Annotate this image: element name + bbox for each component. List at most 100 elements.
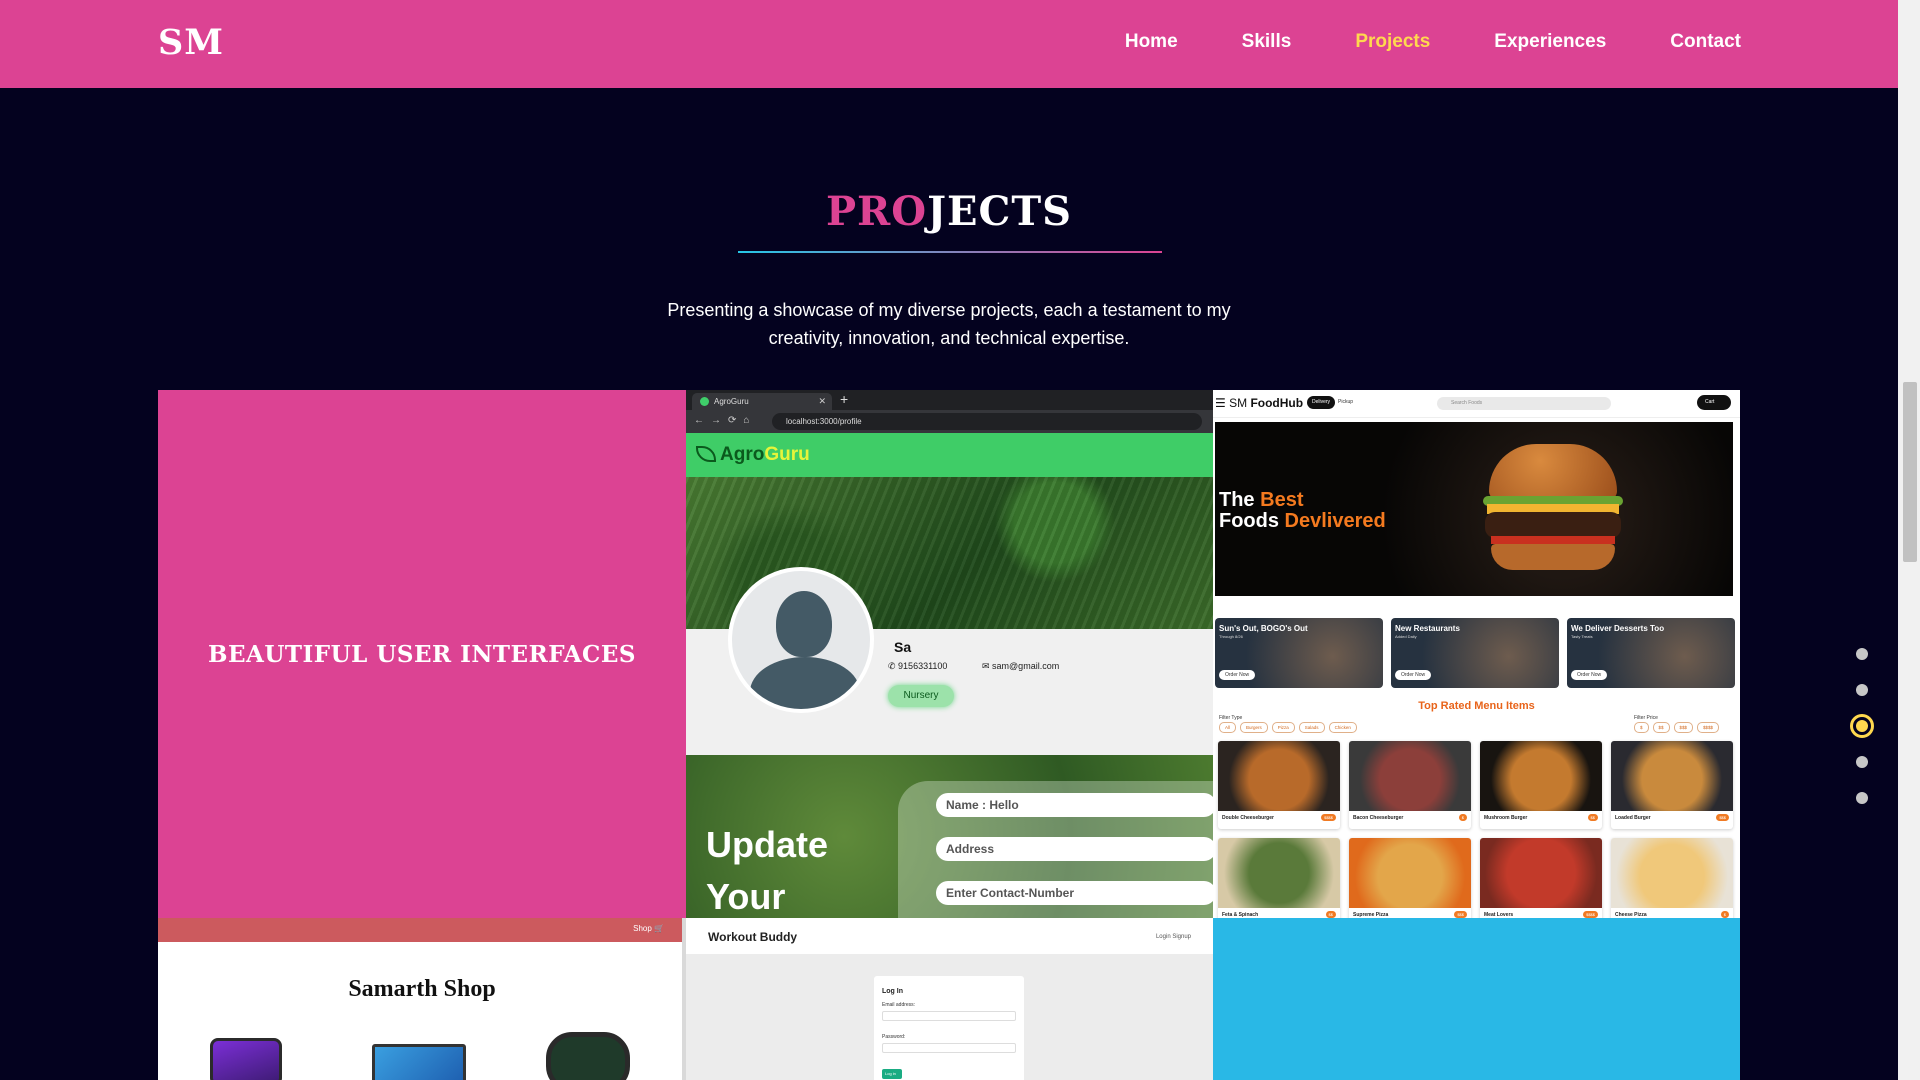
email-field xyxy=(882,1011,1016,1021)
nav-links: Home Skills Projects Experiences Contact xyxy=(1125,31,1741,53)
login-heading: Log In xyxy=(882,988,903,995)
hero-line2-a: Foods xyxy=(1219,510,1285,532)
filter-price-label: Filter Price xyxy=(1634,715,1658,721)
promo-button: Order Now xyxy=(1219,670,1256,680)
top-navbar: SM Home Skills Projects Experiences Cont… xyxy=(0,0,1898,88)
foodhub-hero-text: The Best Foods Devlivered xyxy=(1219,490,1386,532)
agroguru-brand-1: Agro xyxy=(720,444,765,465)
nav-link-home[interactable]: Home xyxy=(1125,31,1178,53)
promo-sub: Added Daily xyxy=(1395,634,1417,639)
food-name: Loaded Burger xyxy=(1615,815,1651,821)
close-tab-icon: ✕ xyxy=(818,396,826,406)
food-card: Double Cheeseburger $$$$ xyxy=(1218,741,1340,829)
shop-nav-label: Shop xyxy=(633,924,652,933)
nav-link-contact[interactable]: Contact xyxy=(1670,31,1741,53)
promo-sub: Through 8/26 xyxy=(1219,634,1243,639)
project-card-blue[interactable] xyxy=(1213,918,1740,1080)
food-card: Feta & Spinach $$ xyxy=(1218,838,1340,918)
profile-name: Sa xyxy=(894,639,912,655)
burger-image xyxy=(1483,444,1623,574)
project-card-workout-buddy[interactable]: Workout Buddy Login Signup Log In Email … xyxy=(686,918,1213,1080)
page-scrollbar[interactable] xyxy=(1898,0,1920,1080)
name-input: Name : Hello xyxy=(936,793,1213,817)
food-name: Mushroom Burger xyxy=(1484,815,1528,821)
workout-navbar: Workout Buddy Login Signup xyxy=(686,918,1213,954)
contact-input: Enter Contact-Number xyxy=(936,881,1213,905)
menu-icon: ☰ xyxy=(1215,396,1230,410)
agroguru-update-form: Update Your Name : Hello Address Enter C… xyxy=(686,755,1213,918)
watch-product-image xyxy=(546,1032,630,1080)
promo-card: New Restaurants Added Daily Order Now xyxy=(1391,618,1559,688)
leaf-icon xyxy=(696,446,716,462)
profile-email-value: sam@gmail.com xyxy=(992,661,1060,671)
project-card-ui[interactable]: BEAUTIFUL USER INTERFACES xyxy=(158,390,686,918)
browser-tab-title: AgroGuru xyxy=(714,397,749,406)
profile-email: ✉ sam@gmail.com xyxy=(982,661,1059,672)
cart-icon: 🛒 xyxy=(654,924,664,933)
profile-phone-value: 9156331100 xyxy=(898,661,948,671)
phone-product-image xyxy=(210,1038,282,1080)
section-title-rest: JECTS xyxy=(927,188,1073,235)
food-price: $$$$ xyxy=(1321,814,1336,821)
pickup-pill: Pickup xyxy=(1338,399,1354,405)
dot-nav-5[interactable] xyxy=(1856,792,1868,804)
promo-sub: Tasty Treats xyxy=(1571,634,1593,639)
agroguru-brand-2: Guru xyxy=(764,444,810,465)
food-card: Supreme Pizza $$$ xyxy=(1349,838,1471,918)
browser-nav-icons: ←→⟳⌂ xyxy=(694,415,757,426)
delivery-pill: Delivery xyxy=(1307,396,1336,409)
promo-title: New Restaurants xyxy=(1395,624,1460,633)
filter-chip: Salads xyxy=(1298,722,1325,733)
avatar xyxy=(728,567,874,713)
workout-title: Workout Buddy xyxy=(708,930,798,944)
filter-type-chips: All Burgers Pizza Salads Chicken xyxy=(1219,722,1357,733)
foodhub-topbar: ☰ SM FoodHub Delivery Pickup Search Food… xyxy=(1213,390,1740,418)
hero-line1-a: The xyxy=(1219,489,1261,511)
hero-line2-b: Devlivered xyxy=(1284,510,1386,532)
project-card-agroguru[interactable]: AgroGuru ✕ + ←→⟳⌂ localhost:3000/profile … xyxy=(686,390,1213,918)
shop-nav-link: Shop 🛒 xyxy=(633,924,664,933)
browser-tab-strip: AgroGuru ✕ + xyxy=(686,390,1213,410)
food-name: Bacon Cheeseburger xyxy=(1353,815,1404,821)
filter-chip: All xyxy=(1219,722,1237,733)
foodhub-logo-name: FoodHub xyxy=(1250,396,1304,410)
workout-login-card: Log In Email address: Password: Log in xyxy=(874,976,1024,1080)
address-input: Address xyxy=(936,837,1213,861)
dot-nav-2[interactable] xyxy=(1856,684,1868,696)
nav-link-experiences[interactable]: Experiences xyxy=(1494,31,1606,53)
food-card: Cheese Pizza $ xyxy=(1611,838,1733,918)
project-card-foodhub[interactable]: ☰ SM FoodHub Delivery Pickup Search Food… xyxy=(1213,390,1740,918)
food-price: $$ xyxy=(1325,911,1336,918)
section-subtitle: Presenting a showcase of my diverse proj… xyxy=(667,300,1231,348)
hero-line1-b: Best xyxy=(1260,489,1304,511)
dot-nav-3-active[interactable] xyxy=(1850,714,1874,738)
project-card-ui-label: BEAUTIFUL USER INTERFACES xyxy=(208,640,636,668)
price-chip: $$$$ xyxy=(1697,722,1720,733)
nav-link-projects[interactable]: Projects xyxy=(1355,31,1430,53)
agroguru-logo: AgroGuru xyxy=(696,444,810,466)
dot-nav-4[interactable] xyxy=(1856,756,1868,768)
foodhub-cart: Cart xyxy=(1697,395,1731,410)
filter-type-label: Filter Type xyxy=(1219,715,1243,721)
scrollbar-thumb[interactable] xyxy=(1903,382,1917,562)
phone-icon: ✆ xyxy=(888,661,899,671)
laptop-product-image xyxy=(372,1044,466,1080)
title-underline xyxy=(738,251,1162,253)
food-price: $$ xyxy=(1587,814,1598,821)
food-price: $$$$ xyxy=(1583,911,1598,918)
food-price: $ xyxy=(1720,911,1729,918)
foodhub-search: Search Foods xyxy=(1437,397,1611,410)
filter-chip: Burgers xyxy=(1240,722,1268,733)
foodhub-logo-prefix: SM xyxy=(1229,396,1248,410)
dot-nav-1[interactable] xyxy=(1856,648,1868,660)
promo-title: We Deliver Desserts Too xyxy=(1571,624,1665,633)
food-card: Loaded Burger $$$ xyxy=(1611,741,1733,829)
site-logo[interactable]: SM xyxy=(158,22,224,63)
update-heading: Update Your xyxy=(706,824,829,917)
food-price: $ xyxy=(1458,814,1467,821)
browser-tab: AgroGuru ✕ xyxy=(692,393,832,410)
promo-title: Sun's Out, BOGO's Out xyxy=(1219,624,1308,633)
email-label: Email address: xyxy=(882,1002,916,1008)
project-card-shop[interactable]: Shop 🛒 Samarth Shop xyxy=(158,918,686,1080)
nav-link-skills[interactable]: Skills xyxy=(1242,31,1292,53)
